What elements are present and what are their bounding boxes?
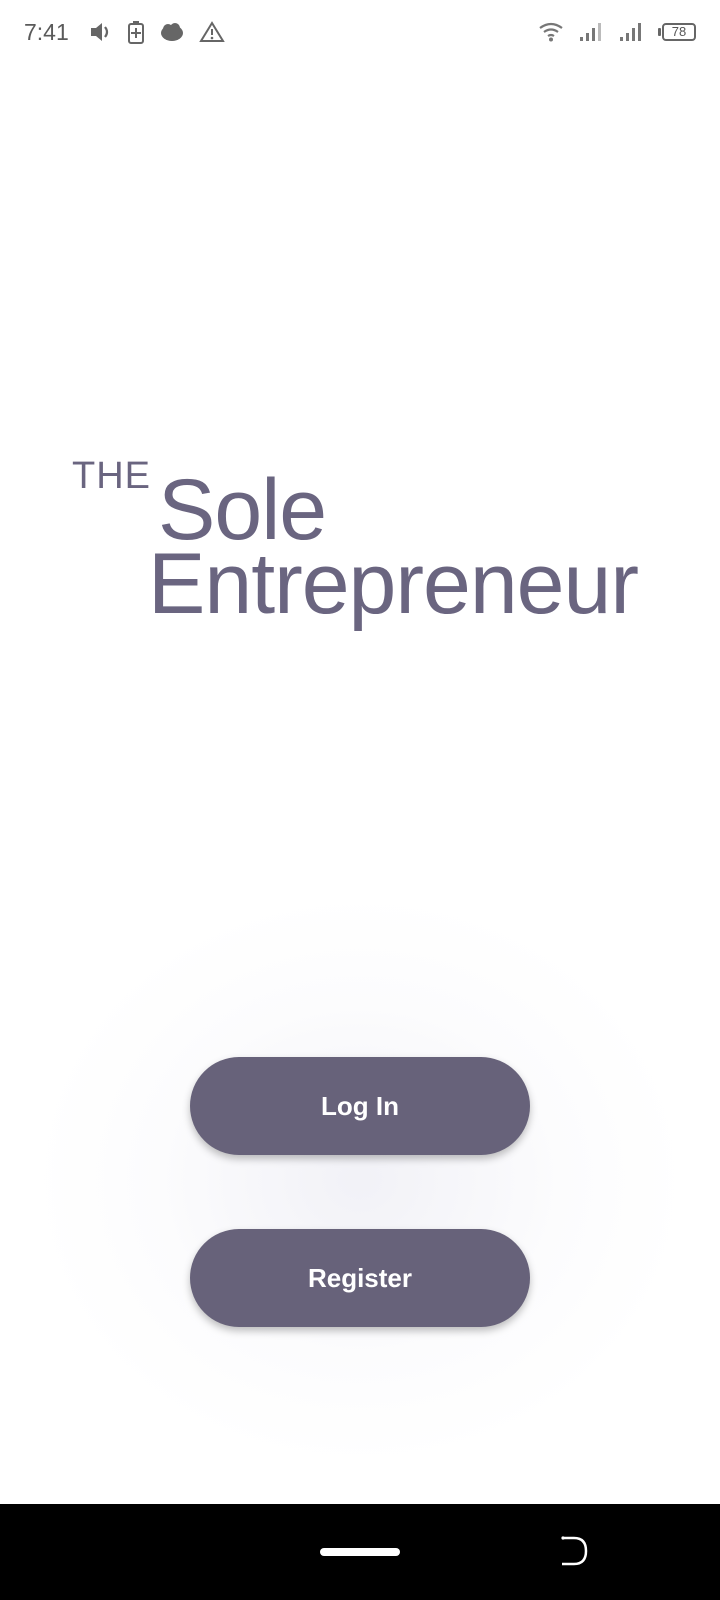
home-gesture-pill[interactable] [320,1548,400,1556]
status-left: 7:41 [24,19,225,46]
status-bar: 7:41 78 [0,0,720,64]
battery-cap [658,28,661,36]
logo-entrepreneur-text: Entrepreneur [148,536,639,632]
battery-level: 78 [662,23,696,41]
volume-icon [89,21,113,43]
logo-the-text: THE [72,455,151,497]
welcome-screen: 7:41 78 THE Sole Entrepreneur Log In Reg… [0,0,720,1600]
cloud-icon [159,22,185,42]
status-time: 7:41 [24,18,69,45]
back-gesture-icon[interactable] [556,1534,590,1568]
register-button[interactable]: Register [190,1229,530,1327]
button-backdrop-glow [40,900,680,1460]
warning-icon [198,21,225,43]
signal-icon [578,21,604,43]
battery-saver-icon [127,20,145,44]
signal-icon [618,21,644,43]
battery-icon: 78 [658,23,696,41]
app-logo: THE Sole Entrepreneur [70,455,690,655]
status-right: 78 [538,21,696,43]
navigation-bar [0,1504,720,1600]
login-button[interactable]: Log In [190,1057,530,1155]
wifi-icon [538,22,564,42]
